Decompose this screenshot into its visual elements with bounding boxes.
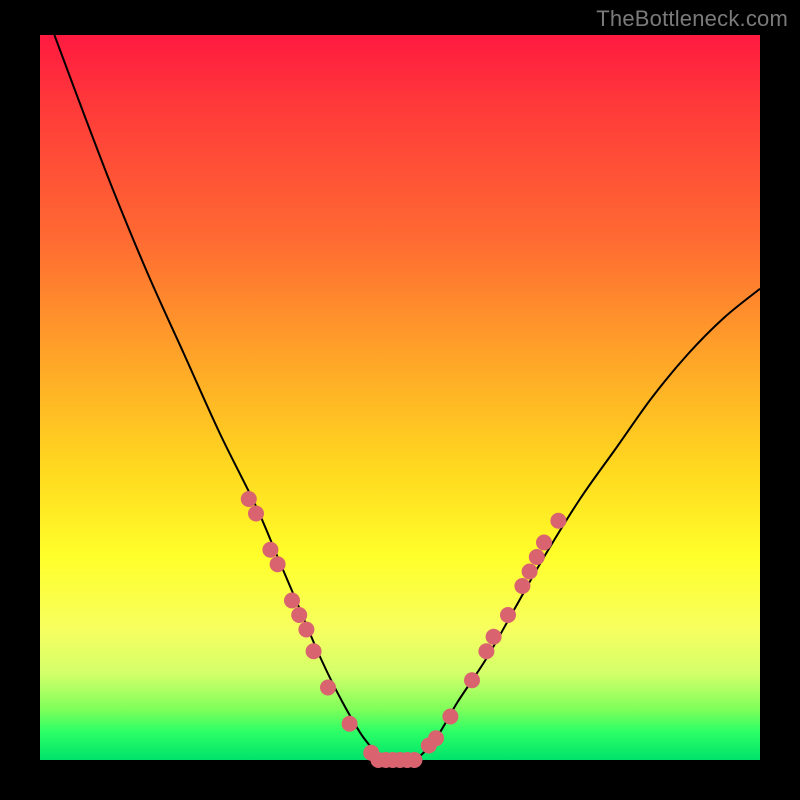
data-marker xyxy=(284,593,300,609)
chart-frame: TheBottleneck.com xyxy=(0,0,800,800)
data-marker xyxy=(536,535,552,551)
data-marker xyxy=(442,709,458,725)
data-marker xyxy=(342,716,358,732)
marker-group xyxy=(241,491,567,768)
data-marker xyxy=(306,643,322,659)
data-marker xyxy=(428,730,444,746)
data-marker xyxy=(248,506,264,522)
data-marker xyxy=(478,643,494,659)
data-marker xyxy=(406,752,422,768)
data-marker xyxy=(500,607,516,623)
data-marker xyxy=(270,556,286,572)
data-marker xyxy=(486,629,502,645)
chart-svg xyxy=(40,35,760,760)
data-marker xyxy=(514,578,530,594)
data-marker xyxy=(298,622,314,638)
data-marker xyxy=(291,607,307,623)
data-marker xyxy=(262,542,278,558)
bottleneck-curve xyxy=(54,35,760,762)
data-marker xyxy=(464,672,480,688)
data-marker xyxy=(241,491,257,507)
data-marker xyxy=(522,564,538,580)
watermark-text: TheBottleneck.com xyxy=(596,6,788,32)
plot-area xyxy=(40,35,760,760)
data-marker xyxy=(320,680,336,696)
data-marker xyxy=(550,513,566,529)
data-marker xyxy=(529,549,545,565)
